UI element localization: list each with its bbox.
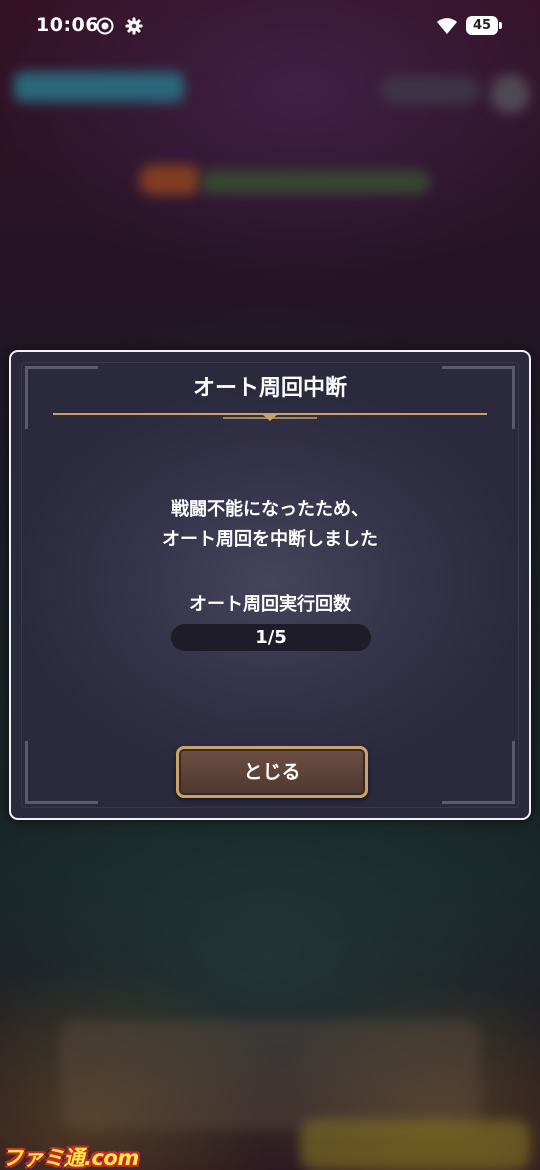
screen-record-icon xyxy=(96,17,114,35)
auto-run-count-label: オート周回実行回数 xyxy=(189,594,351,615)
dialog-message: 戦闘不能になったため、 オート周回を中断しました xyxy=(11,495,529,555)
battery-icon: 45 xyxy=(466,16,502,35)
status-bar: 10:06 45 xyxy=(0,0,540,54)
frame-corner-ornament xyxy=(442,741,515,804)
auto-run-count-value: 1/5 xyxy=(171,624,371,651)
dialog-title: オート周回中断 xyxy=(192,376,347,401)
message-line: オート周回を中断しました xyxy=(162,529,378,550)
game-screen: 10:06 45 オート周回中断 戦闘不能になったため、 オート周回を中断しまし… xyxy=(0,0,540,1170)
close-button[interactable]: とじる xyxy=(176,746,368,798)
title-divider-ornament xyxy=(53,413,487,421)
site-watermark: ファミ通.com xyxy=(2,1146,139,1170)
frame-corner-ornament xyxy=(25,741,98,804)
wifi-icon xyxy=(437,18,457,34)
auto-run-interrupted-dialog: オート周回中断 戦闘不能になったため、 オート周回を中断しました オート周回実行… xyxy=(9,350,531,820)
gear-icon xyxy=(125,17,143,35)
status-time: 10:06 xyxy=(36,14,99,36)
message-line: 戦闘不能になったため、 xyxy=(171,499,369,520)
